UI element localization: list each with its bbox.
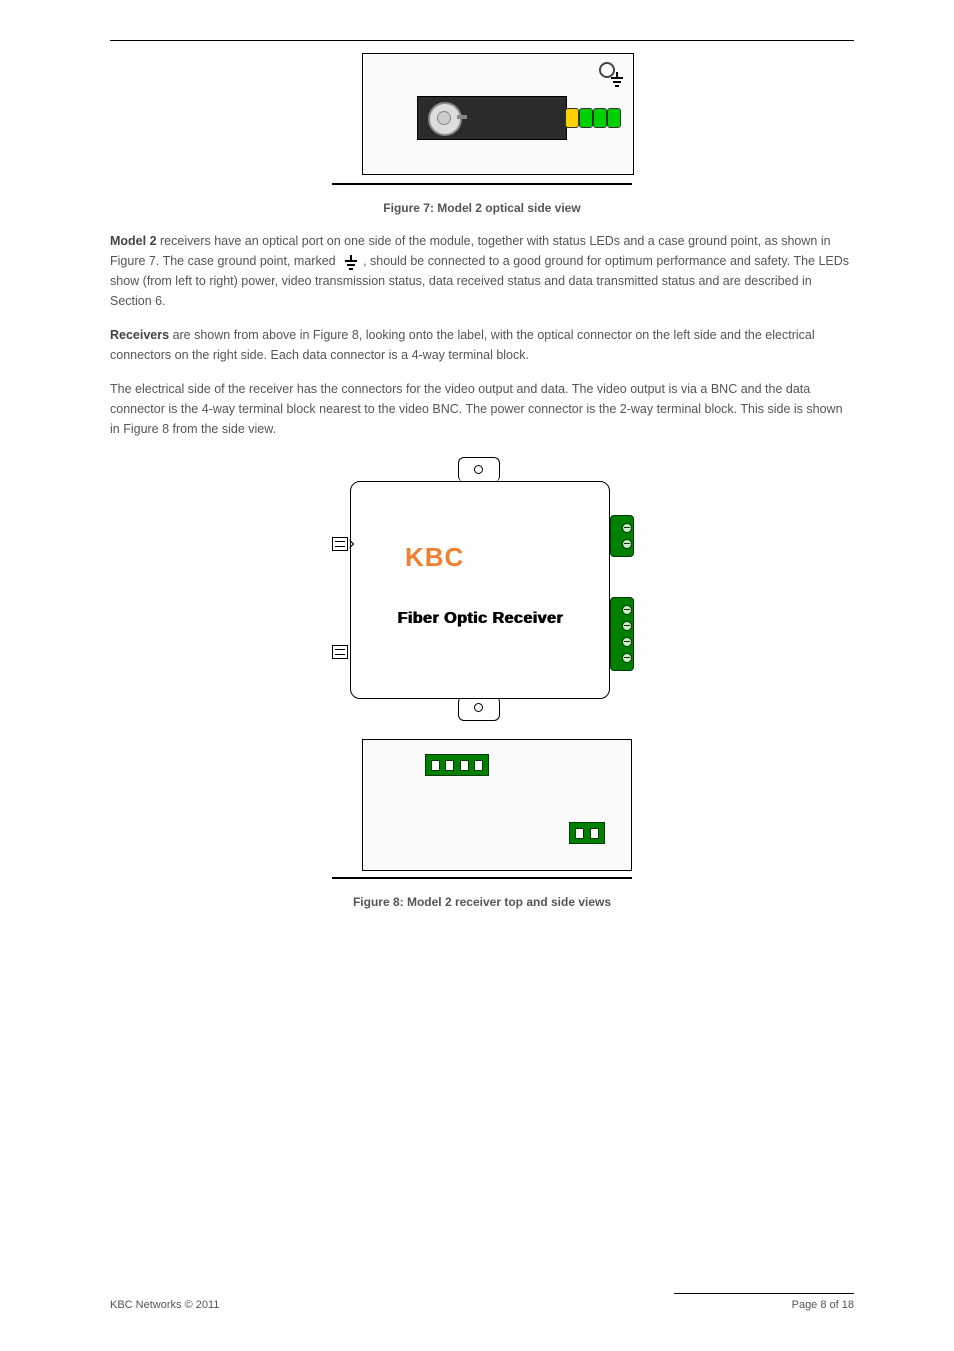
- figure-8-side: [332, 739, 632, 879]
- receiver-body: KBC Fiber Optic Receiver: [350, 481, 610, 699]
- led-video: [579, 108, 593, 128]
- figure-7-caption: Figure 7: Model 2 optical side view: [110, 201, 854, 215]
- status-led-row: [565, 108, 621, 128]
- mount-hole: [474, 465, 483, 474]
- figure-8-caption: Figure 8: Model 2 receiver top and side …: [110, 895, 854, 909]
- figure-8-top: KBC Fiber Optic Receiver: [332, 457, 632, 721]
- led-data-rx: [593, 108, 607, 128]
- mount-tab-bottom: [458, 696, 500, 721]
- paragraph-3: The electrical side of the receiver has …: [110, 379, 854, 439]
- optical-connector-arm: [457, 115, 467, 119]
- base-line: [332, 877, 632, 879]
- optical-connector: [428, 102, 462, 136]
- module-box-side: [362, 739, 632, 871]
- body-text: Model 2 receivers have an optical port o…: [110, 231, 854, 439]
- paragraph-1-lead: Model 2: [110, 234, 160, 248]
- footer-rule: [674, 1293, 854, 1294]
- terminal-block-2way-side: [569, 822, 605, 844]
- product-label: Fiber Optic Receiver: [351, 610, 609, 628]
- header-rule: [110, 40, 854, 41]
- ground-icon: [609, 72, 625, 90]
- footer: KBC Networks © 2011 Page 8 of 18: [110, 1299, 854, 1311]
- brand-logo: KBC: [405, 542, 464, 573]
- mount-tab-top: [458, 457, 500, 482]
- footer-left: KBC Networks © 2011: [110, 1299, 219, 1311]
- left-port-lower: [332, 645, 348, 659]
- terminal-block-2way: [610, 515, 634, 557]
- terminal-block-4way: [610, 597, 634, 671]
- left-port-upper: [332, 537, 348, 551]
- module-box: [362, 53, 634, 175]
- footer-right: Page 8 of 18: [792, 1299, 854, 1311]
- paragraph-2: Receivers are shown from above in Figure…: [110, 325, 854, 365]
- inline-ground-icon: [343, 255, 359, 269]
- figure-7: [332, 53, 632, 185]
- mount-hole: [474, 703, 483, 712]
- paragraph-1: Model 2 receivers have an optical port o…: [110, 231, 854, 311]
- led-data-tx: [607, 108, 621, 128]
- base-line: [332, 183, 632, 185]
- paragraph-2-rest: are shown from above in Figure 8, lookin…: [110, 328, 815, 362]
- terminal-block-4way-side: [425, 754, 489, 776]
- paragraph-2-lead: Receivers: [110, 328, 173, 342]
- led-power: [565, 108, 579, 128]
